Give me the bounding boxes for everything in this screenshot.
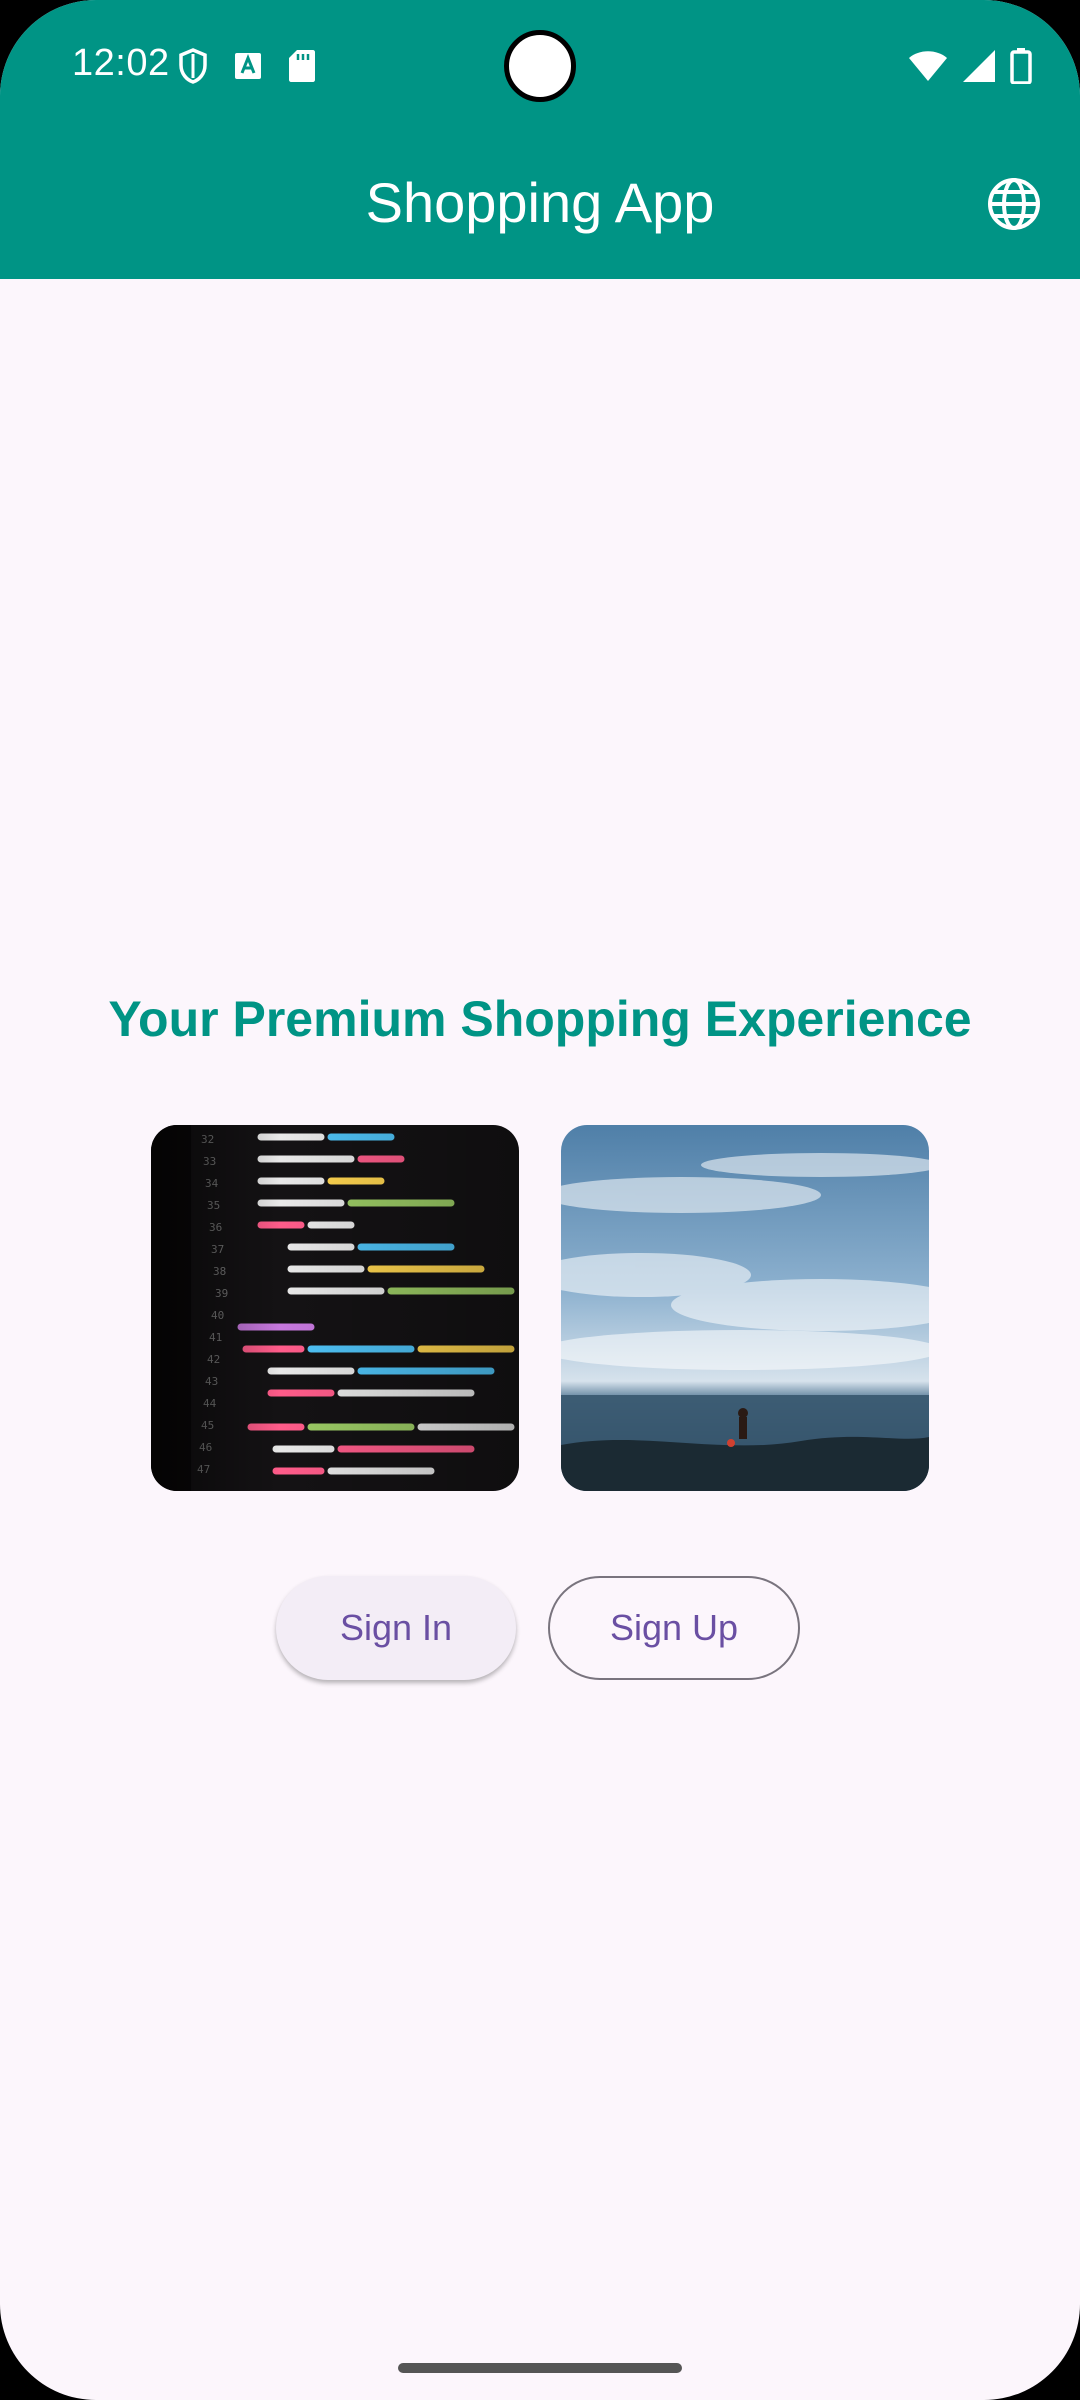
- language-button[interactable]: [984, 176, 1044, 236]
- wifi-icon: [908, 50, 948, 87]
- sign-in-button[interactable]: Sign In: [276, 1576, 516, 1680]
- signal-icon: [962, 49, 996, 88]
- ocean-sky-photo: [561, 1125, 929, 1491]
- auth-buttons: Sign In Sign Up: [276, 1576, 800, 1680]
- shield-icon: [178, 48, 208, 89]
- phone-screen: 12:02 Shopping App Your Premium Shopping…: [0, 0, 1080, 2400]
- status-icons-left: [178, 48, 316, 89]
- home-indicator[interactable]: [398, 2363, 682, 2373]
- image-row: 323334 353637 383940 414243 444546 47: [151, 1125, 929, 1491]
- tagline: Your Premium Shopping Experience: [108, 991, 972, 1047]
- battery-icon: [1010, 48, 1032, 89]
- app-title: Shopping App: [365, 171, 715, 234]
- font-icon: [234, 52, 262, 85]
- sign-up-button[interactable]: Sign Up: [548, 1576, 800, 1680]
- status-time: 12:02: [72, 42, 170, 84]
- camera-cutout: [504, 30, 576, 102]
- code-screen-photo: 323334 353637 383940 414243 444546 47: [151, 1125, 519, 1491]
- sd-card-icon: [288, 49, 316, 88]
- globe-icon: [986, 176, 1042, 237]
- app-header: 12:02 Shopping App: [0, 0, 1080, 279]
- status-icons-right: [908, 48, 1032, 89]
